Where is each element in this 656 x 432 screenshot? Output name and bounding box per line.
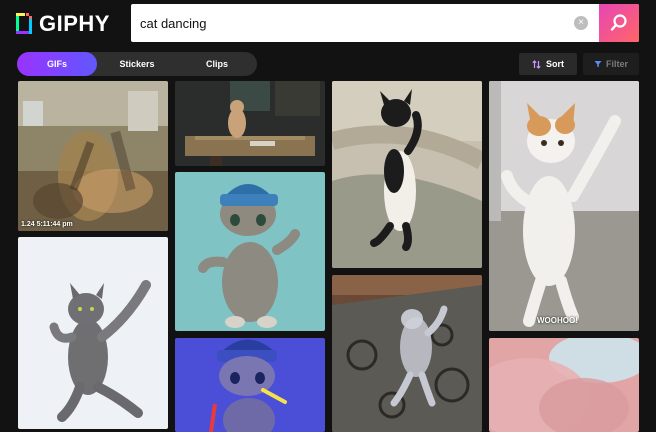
giphy-logo[interactable]: GIPHY [16,10,110,38]
gif-image [175,81,325,166]
gif-kitchen-cat[interactable] [175,81,325,166]
filter-button[interactable]: Filter [583,53,639,75]
gif-orange-white-kitten[interactable]: WOOHOO! [489,81,639,331]
sort-button[interactable]: Sort [519,53,577,75]
gif-pink-fur[interactable] [489,338,639,432]
tab-clips[interactable]: Clips [177,52,257,76]
gif-standing-tuxedo-cat[interactable] [332,81,482,268]
gif-image [18,81,168,231]
gif-beanie-kitten[interactable] [175,172,325,331]
gif-beanie-kitten-blue[interactable] [175,338,325,432]
gif-image [175,172,325,331]
gif-image [489,81,639,331]
gif-image [175,338,325,432]
search-input[interactable] [131,4,574,42]
giphy-logo-mark-icon [16,13,33,35]
sort-label: Sort [546,59,564,69]
tab-stickers[interactable]: Stickers [97,52,177,76]
filter-label: Filter [605,59,628,69]
gif-image [332,275,482,432]
gif-image [18,237,168,429]
gif-rug-dancing-cat[interactable] [332,275,482,432]
content-type-tabs: GIFs Stickers Clips [17,52,257,76]
search-button[interactable] [599,4,639,42]
magnifier-icon [610,14,627,31]
filter-funnel-icon [594,61,602,68]
gif-image [489,338,639,432]
gif-caption: WOOHOO! [537,316,578,325]
gif-image [332,81,482,268]
gif-caption: 1.24 5:11:44 pm [21,221,73,228]
sort-arrows-icon [532,59,541,69]
logo-text: GIPHY [39,11,110,36]
gif-crowd-cat[interactable]: 1.24 5:11:44 pm [18,81,168,231]
gif-gray-cat-jumping[interactable] [18,237,168,429]
giphy-app: GIPHY × GIFs Stickers Clips Sort Filter [0,0,656,432]
search-bar: × [131,4,639,42]
clear-search-icon[interactable]: × [574,16,588,30]
tab-gifs[interactable]: GIFs [17,52,97,76]
